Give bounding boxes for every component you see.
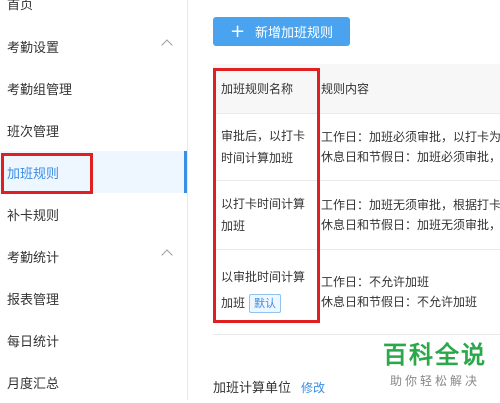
sidebar-item-home[interactable]: 首页 <box>0 0 187 24</box>
column-header-content: 规则内容 <box>321 82 370 96</box>
sidebar-item-shifts[interactable]: 班次管理 <box>0 109 187 151</box>
rule-content-line: 工作日：加班无须审批，根据打卡 <box>321 198 500 212</box>
section-title: 加班计算单位 <box>213 381 292 396</box>
sidebar-group-attendance-settings[interactable]: 考勤设置 <box>0 25 187 67</box>
sidebar-item-label: 月度汇总 <box>7 376 60 392</box>
rule-content-line: 工作日：不允许加班 <box>321 275 430 289</box>
rule-content-line: 工作日：加班必须审批，以打卡为 <box>321 130 500 144</box>
sidebar-item-reports[interactable]: 报表管理 <box>0 277 187 319</box>
sidebar-item-label: 班次管理 <box>7 124 60 140</box>
sidebar-item-attendance-groups[interactable]: 考勤组管理 <box>0 67 187 109</box>
sidebar-item-label: 考勤组管理 <box>7 82 73 98</box>
sidebar-group-attendance-stats[interactable]: 考勤统计 <box>0 235 187 277</box>
rule-content-line: 休息日和节假日：不允许加班 <box>321 295 478 309</box>
rule-content-cell: 工作日：加班必须审批，以打卡为 休息日和节假日：加班必须审批， <box>321 127 500 167</box>
sidebar-item-label: 考勤设置 <box>7 40 60 56</box>
sidebar-item-label: 首页 <box>7 0 34 13</box>
sidebar-item-label: 考勤统计 <box>7 250 60 266</box>
sidebar-item-label: 每日统计 <box>7 334 60 350</box>
watermark-sub-text: 助你轻松解决 <box>389 374 480 388</box>
add-overtime-rule-button[interactable]: + 新增加班规则 <box>213 17 350 46</box>
watermark-logo: 百科全说 助你轻松解决 <box>370 336 500 400</box>
chevron-up-icon <box>161 249 173 261</box>
add-button-label: 新增加班规则 <box>255 26 334 41</box>
plus-icon: + <box>229 20 246 42</box>
rule-content-cell: 工作日：不允许加班 休息日和节假日：不允许加班 <box>321 272 500 312</box>
highlight-box-name-column <box>213 68 320 323</box>
sidebar-item-label: 补卡规则 <box>7 208 60 224</box>
rule-content-line: 休息日和节假日：加班必须审批， <box>321 150 500 164</box>
sidebar-item-monthly-summary[interactable]: 月度汇总 <box>0 361 187 403</box>
sidebar-item-daily-stats[interactable]: 每日统计 <box>0 319 187 361</box>
sidebar: 首页 考勤设置 考勤组管理 班次管理 加班规则 补卡规则 考勤统计 报表管理 每… <box>0 0 188 400</box>
overtime-unit-section: 加班计算单位 修改 <box>213 377 325 396</box>
chevron-up-icon <box>161 39 173 51</box>
sidebar-item-label: 报表管理 <box>7 292 60 308</box>
sidebar-item-makeup-rules[interactable]: 补卡规则 <box>0 193 187 235</box>
edit-link[interactable]: 修改 <box>301 381 325 395</box>
rule-content-cell: 工作日：加班无须审批，根据打卡 休息日和节假日：加班无须审批， <box>321 195 500 235</box>
highlight-box-sidebar <box>1 153 93 194</box>
rule-content-line: 休息日和节假日：加班无须审批， <box>321 218 500 232</box>
watermark-main-text: 百科全说 <box>383 341 487 369</box>
